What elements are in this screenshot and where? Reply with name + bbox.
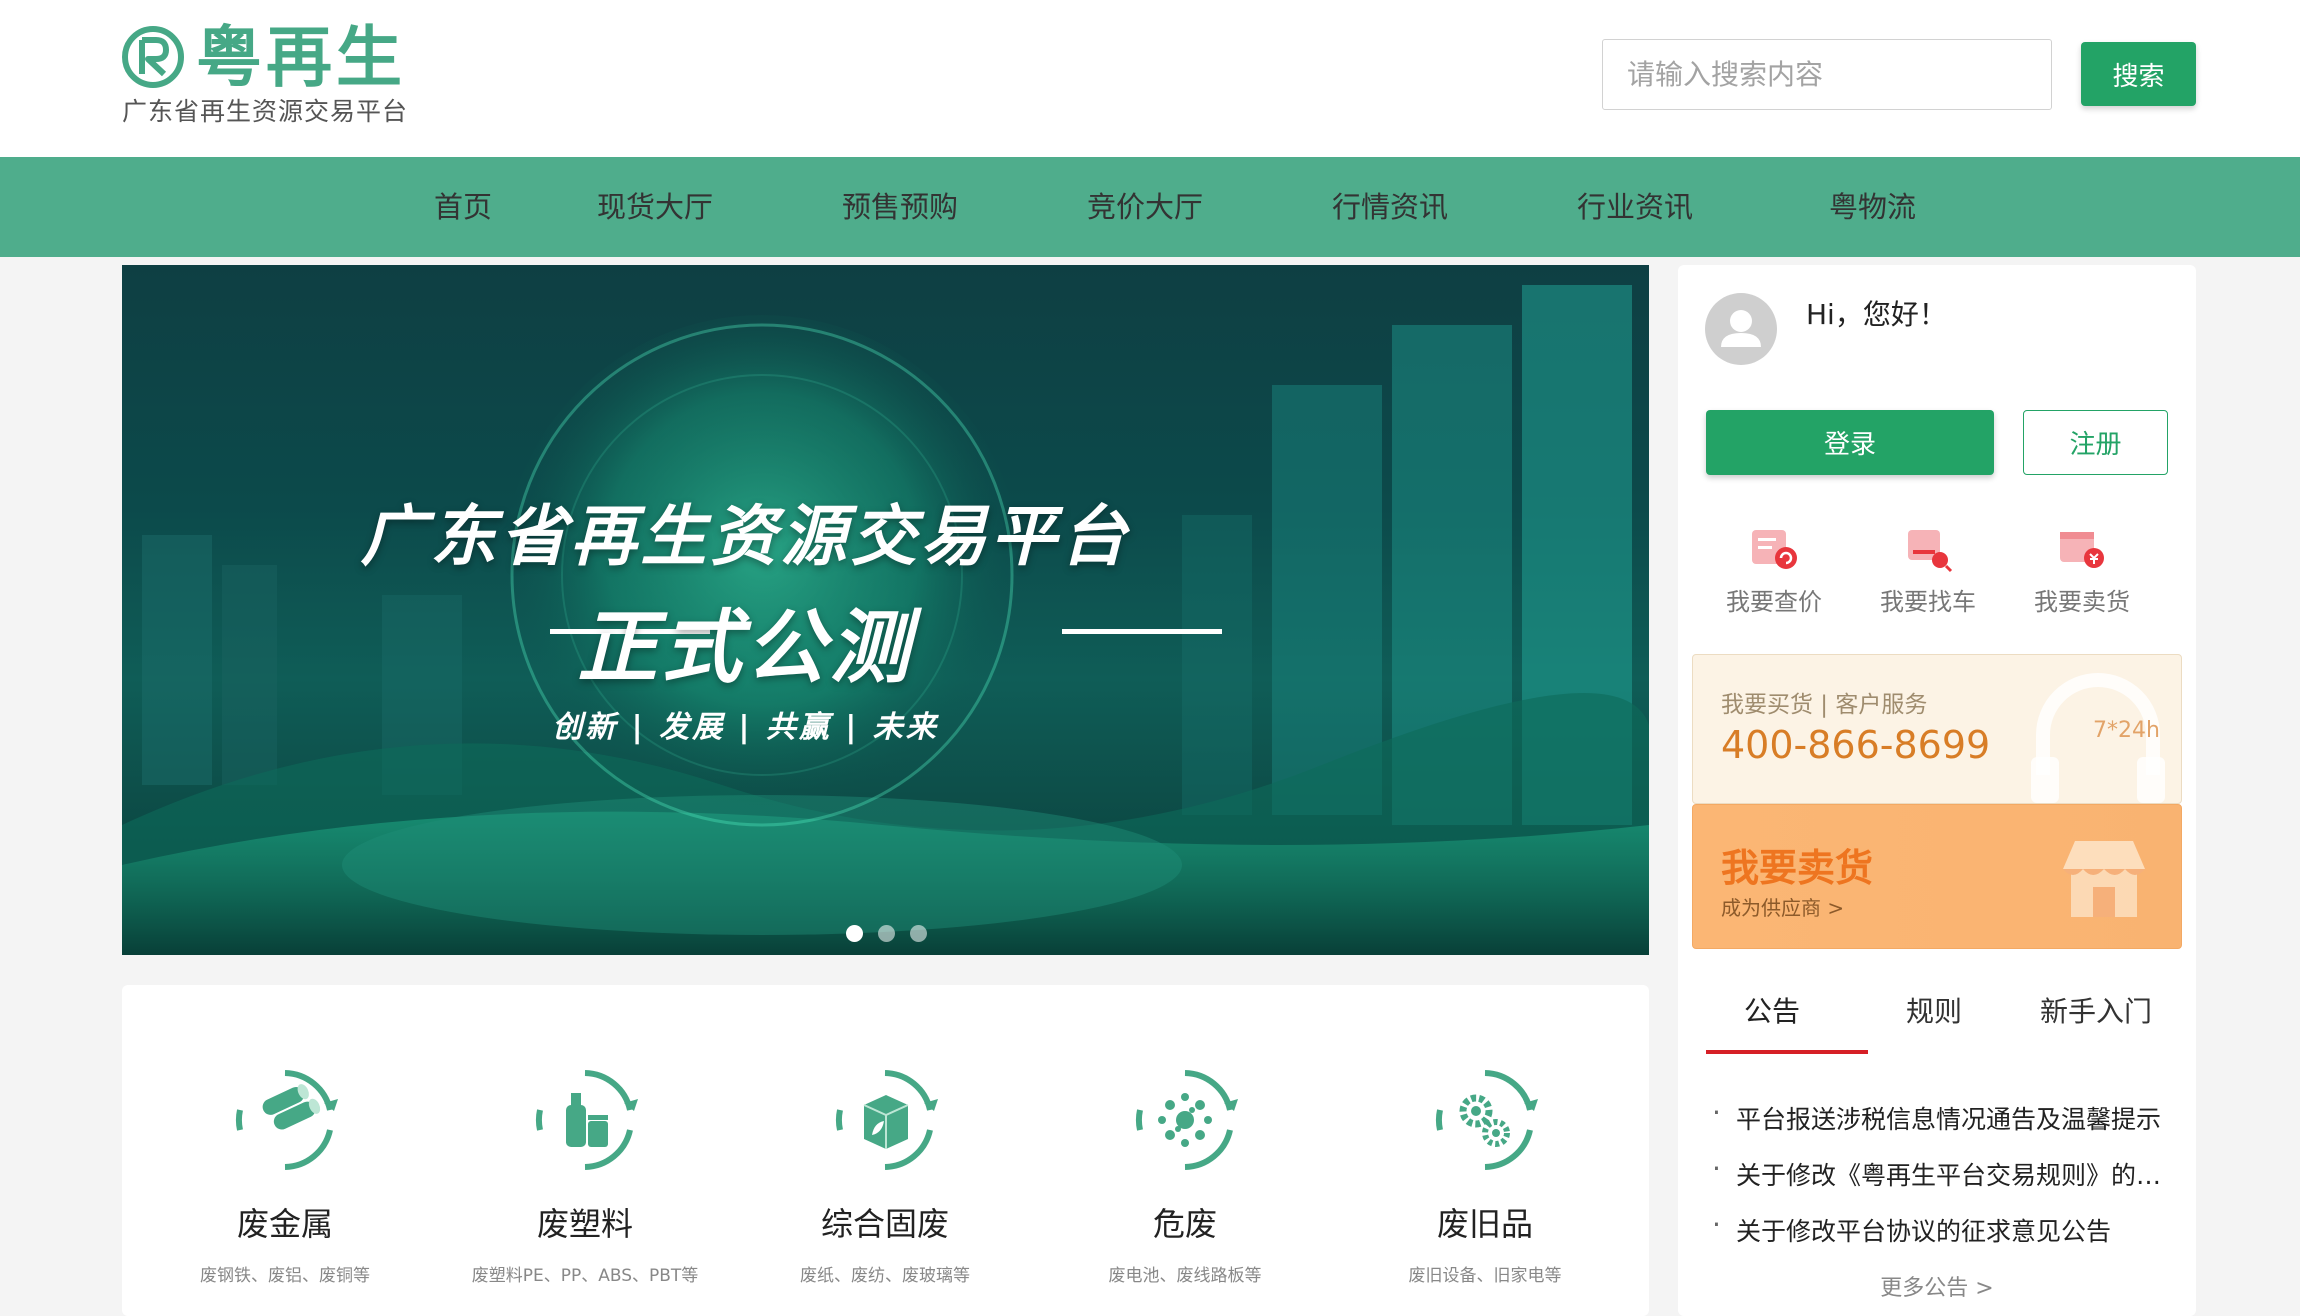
avatar[interactable] [1705, 293, 1777, 365]
nav-item-market-info[interactable]: 行情资讯 [1325, 157, 1455, 257]
banner-tagline: 创新 | 发展 | 共赢 | 未来 [552, 710, 939, 745]
nav-item-presale[interactable]: 预售预购 [835, 157, 965, 257]
quick-sell-goods[interactable]: 我要卖货 [2022, 520, 2142, 617]
service-hours: 7*24h [2093, 718, 2160, 743]
shop-icon [2063, 841, 2145, 917]
notice-tabs: 公告 规则 新手入门 [1692, 990, 2182, 1040]
search-button[interactable]: 搜索 [2081, 42, 2196, 106]
list-item[interactable]: 关于修改平台协议的征求意见公告 [1712, 1212, 2172, 1268]
quick-label: 我要卖货 [2034, 588, 2130, 616]
scrap-plastic-icon [535, 1070, 638, 1170]
header: 粤再生 广东省再生资源交易平台 搜索 [0, 0, 2300, 157]
find-truck-icon [1908, 530, 1953, 573]
logo-mark-icon [122, 26, 184, 88]
user-icon [1721, 310, 1761, 347]
solid-waste-icon [835, 1070, 938, 1170]
nav-item-home[interactable]: 首页 [408, 157, 518, 257]
login-button[interactable]: 登录 [1706, 410, 1994, 475]
sell-goods-icon [2060, 532, 2104, 568]
service-label: 我要买货 | 客户服务 [1721, 692, 1928, 718]
category-name: 废塑料 [536, 1205, 633, 1243]
tab-beginner-guide[interactable]: 新手入门 [2016, 990, 2176, 1030]
nav-item-bidding-hall[interactable]: 竞价大厅 [1080, 157, 1210, 257]
quick-find-truck[interactable]: 我要找车 [1868, 520, 1988, 617]
used-goods-icon [1435, 1070, 1538, 1170]
search-input[interactable] [1602, 39, 2052, 110]
scrap-metal-icon [235, 1070, 338, 1170]
category-name: 综合固废 [820, 1205, 949, 1243]
carousel-dot-3[interactable] [910, 925, 927, 942]
hazardous-waste-icon [1135, 1070, 1238, 1170]
nav-item-logistics[interactable]: 粤物流 [1815, 157, 1930, 257]
service-phone: 400-866-8699 [1721, 723, 1991, 767]
nav-item-spot-hall[interactable]: 现货大厅 [590, 157, 720, 257]
category-solid-waste[interactable]: 综合固废 废纸、废纺、废玻璃等 [755, 1065, 1015, 1286]
tab-announcements[interactable]: 公告 [1692, 990, 1852, 1030]
greeting-text: Hi，您好！ [1806, 298, 1947, 331]
user-panel: Hi，您好！ 登录 注册 我要查价 我要找车 我要卖货 我要买货 | 客户服务 … [1678, 265, 2196, 1316]
price-check-icon [1752, 530, 1797, 569]
active-tab-indicator [1706, 1050, 1868, 1054]
nav-item-industry-info[interactable]: 行业资讯 [1570, 157, 1700, 257]
category-used-goods[interactable]: 废旧品 废旧设备、旧家电等 [1355, 1065, 1615, 1286]
category-desc: 废旧设备、旧家电等 [1408, 1266, 1562, 1286]
customer-service-card[interactable]: 我要买货 | 客户服务 400-866-8699 7*24h [1692, 654, 2182, 804]
sell-goods-card[interactable]: 我要卖货 成为供应商 > [1692, 804, 2182, 949]
quick-price-check[interactable]: 我要查价 [1714, 520, 1834, 617]
tab-rules[interactable]: 规则 [1854, 990, 2014, 1030]
become-supplier-link[interactable]: 成为供应商 > [1721, 892, 1844, 921]
register-button[interactable]: 注册 [2023, 410, 2168, 475]
category-scrap-metal[interactable]: 废金属 废钢铁、废铝、废铜等 [155, 1065, 415, 1286]
banner-subtitle: 正式公测 [577, 601, 914, 694]
category-hazardous-waste[interactable]: 危废 废电池、废线路板等 [1055, 1065, 1315, 1286]
category-name: 废金属 [236, 1205, 333, 1243]
more-notices-link[interactable]: 更多公告 > [1678, 1270, 2196, 1302]
quick-label: 我要查价 [1726, 588, 1822, 616]
carousel-dot-2[interactable] [878, 925, 895, 942]
list-item[interactable]: 关于修改《粤再生平台交易规则》的公告 [1712, 1156, 2172, 1212]
main-nav: 首页 现货大厅 预售预购 竞价大厅 行情资讯 行业资讯 粤物流 [0, 157, 2300, 257]
category-desc: 废纸、废纺、废玻璃等 [800, 1266, 970, 1286]
category-panel: 废金属 废钢铁、废铝、废铜等 废塑料 废塑料PE、PP、ABS、PBT等 综合固… [122, 985, 1649, 1316]
site-logo[interactable]: 粤再生 广东省再生资源交易平台 [120, 19, 420, 128]
quick-label: 我要找车 [1880, 588, 1976, 616]
category-desc: 废塑料PE、PP、ABS、PBT等 [471, 1266, 699, 1286]
logo-title: 粤再生 [196, 19, 406, 96]
notice-list: 平台报送涉税信息情况通告及温馨提示 关于修改《粤再生平台交易规则》的公告 关于修… [1712, 1100, 2172, 1268]
category-name: 危废 [1152, 1205, 1217, 1243]
logo-subtitle: 广东省再生资源交易平台 [122, 97, 409, 126]
category-scrap-plastic[interactable]: 废塑料 废塑料PE、PP、ABS、PBT等 [455, 1065, 715, 1286]
category-name: 废旧品 [1436, 1205, 1533, 1243]
carousel-dot-1[interactable] [846, 925, 863, 942]
banner-line-right [1062, 629, 1222, 634]
list-item[interactable]: 平台报送涉税信息情况通告及温馨提示 [1712, 1100, 2172, 1156]
sell-title: 我要卖货 [1721, 846, 1874, 890]
hero-banner[interactable]: 广东省再生资源交易平台 正式公测 创新 | 发展 | 共赢 | 未来 [122, 265, 1649, 955]
banner-title: 广东省再生资源交易平台 [360, 498, 1131, 575]
category-desc: 废电池、废线路板等 [1108, 1266, 1262, 1286]
category-desc: 废钢铁、废铝、废铜等 [200, 1266, 370, 1286]
